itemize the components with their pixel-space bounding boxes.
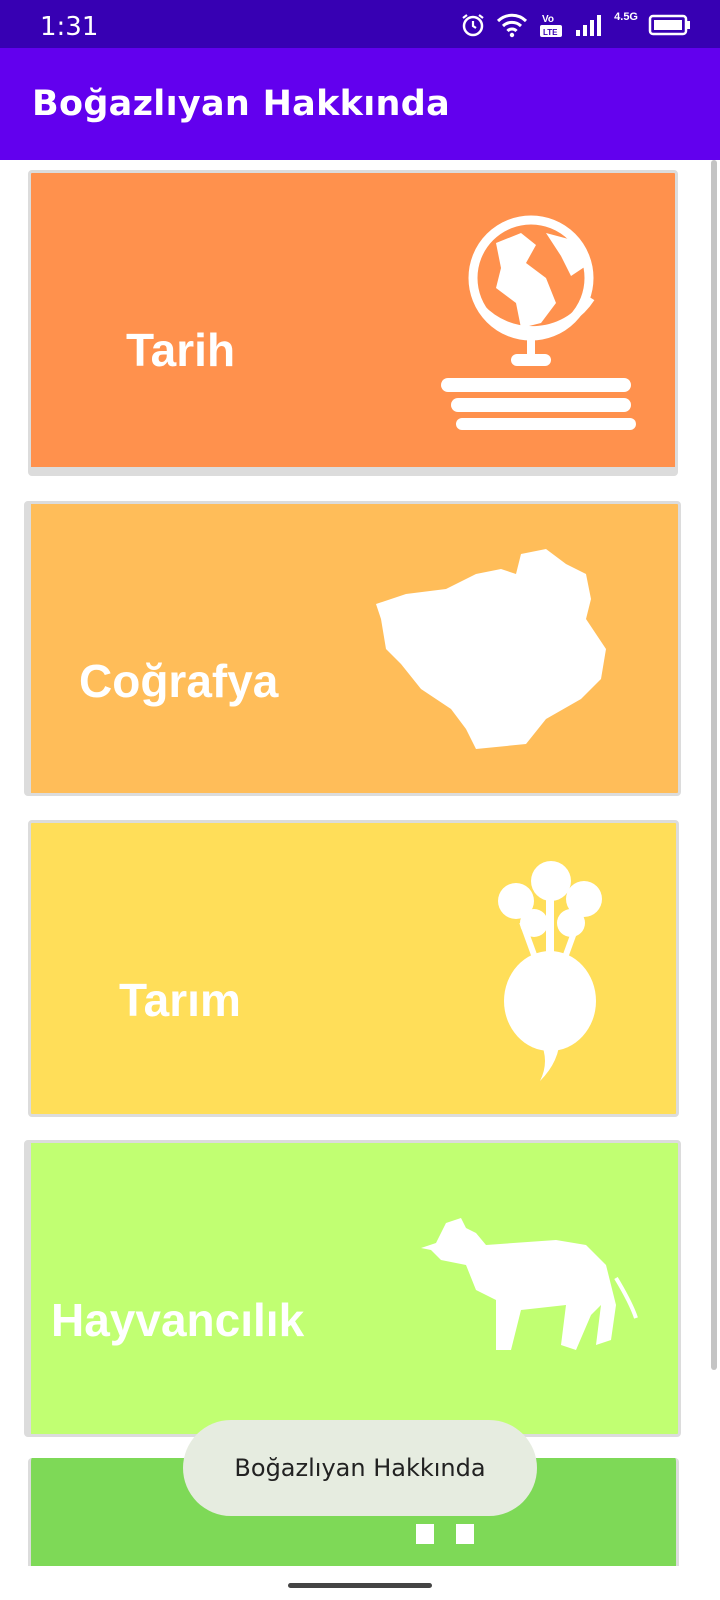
card-tarih[interactable]: Tarih (28, 170, 678, 476)
navigation-bar (0, 1566, 720, 1600)
status-bar: 1:31 Vo LTE 4.5G (0, 0, 720, 48)
scrollbar[interactable] (711, 160, 717, 1370)
card-label-tarih: Tarih (126, 324, 236, 376)
partial-icon (416, 1524, 476, 1549)
card-tarim[interactable]: Tarım (28, 820, 679, 1117)
svg-text:Vo: Vo (542, 14, 554, 25)
status-icons: Vo LTE 4.5G (460, 10, 692, 40)
status-time: 1:31 (40, 12, 99, 42)
toast-message: Boğazlıyan Hakkında (183, 1420, 537, 1516)
beet-icon (496, 861, 606, 1086)
battery-icon (648, 13, 692, 37)
cow-icon (416, 1208, 646, 1383)
card-label-hayvancilik: Hayvancılık (51, 1294, 305, 1346)
card-label-tarim: Tarım (119, 974, 241, 1026)
signal-icon (574, 12, 604, 38)
app-title: Boğazlıyan Hakkında (32, 84, 451, 124)
wifi-icon (496, 12, 528, 38)
region-map-icon (371, 549, 631, 754)
network-label: 4.5G (614, 11, 638, 23)
card-label-cografya: Coğrafya (79, 655, 279, 707)
globe-books-icon (441, 213, 641, 438)
card-cografya[interactable]: Coğrafya (24, 501, 681, 796)
svg-text:LTE: LTE (543, 28, 558, 37)
card-hayvancilik[interactable]: Hayvancılık (24, 1140, 681, 1437)
volte-icon: Vo LTE (538, 11, 564, 39)
home-gesture-handle[interactable] (288, 1583, 432, 1588)
app-bar: Boğazlıyan Hakkında (0, 48, 720, 160)
alarm-icon (460, 12, 486, 38)
